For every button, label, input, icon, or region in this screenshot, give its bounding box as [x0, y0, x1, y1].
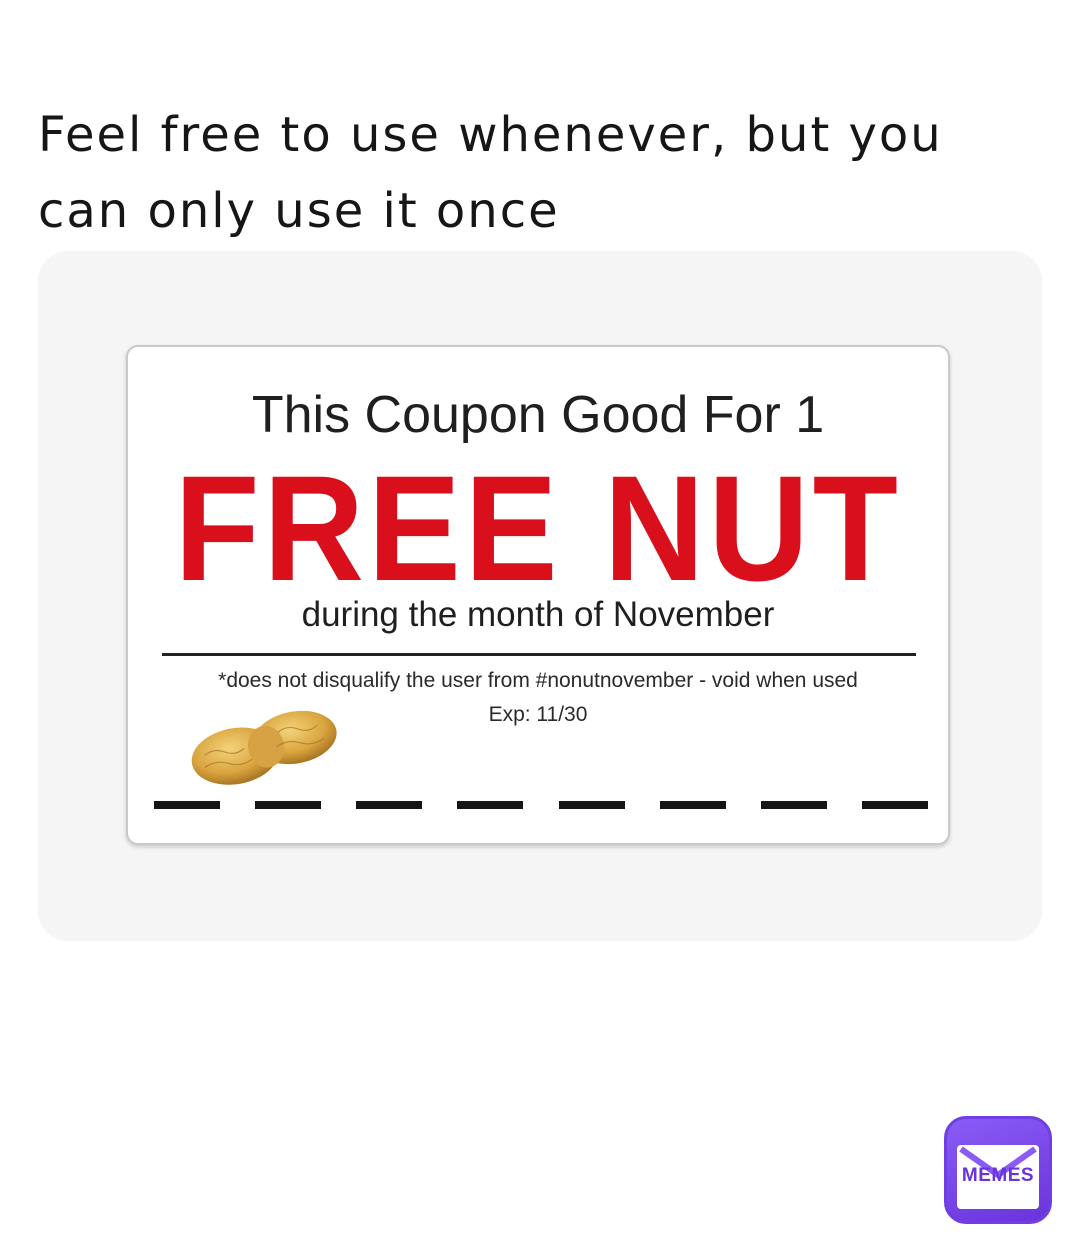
- cut-dash: [154, 801, 220, 809]
- coupon-fine-print: *does not disqualify the user from #nonu…: [218, 669, 858, 692]
- cut-dash: [255, 801, 322, 809]
- post-caption: Feel free to use whenever, but you can o…: [38, 107, 943, 239]
- cut-dash: [659, 801, 726, 809]
- cut-dash: [356, 801, 423, 809]
- memes-logo[interactable]: MEMES: [944, 1116, 1052, 1224]
- cut-dash: [457, 801, 524, 809]
- coupon-headline: This Coupon Good For 1: [251, 386, 825, 444]
- coupon-card: This Coupon Good For 1 FREE NUT during t…: [126, 345, 950, 845]
- cut-dash: [861, 801, 928, 809]
- memes-label: MEMES: [961, 1165, 1035, 1186]
- cut-dash: [558, 801, 625, 809]
- coupon-offer: FREE NUT: [174, 444, 902, 612]
- cut-line: [154, 801, 928, 811]
- peanut-illustration: [191, 710, 337, 785]
- coupon-divider: [162, 653, 916, 656]
- coupon-subline: during the month of November: [301, 595, 775, 634]
- cut-dash: [760, 801, 827, 809]
